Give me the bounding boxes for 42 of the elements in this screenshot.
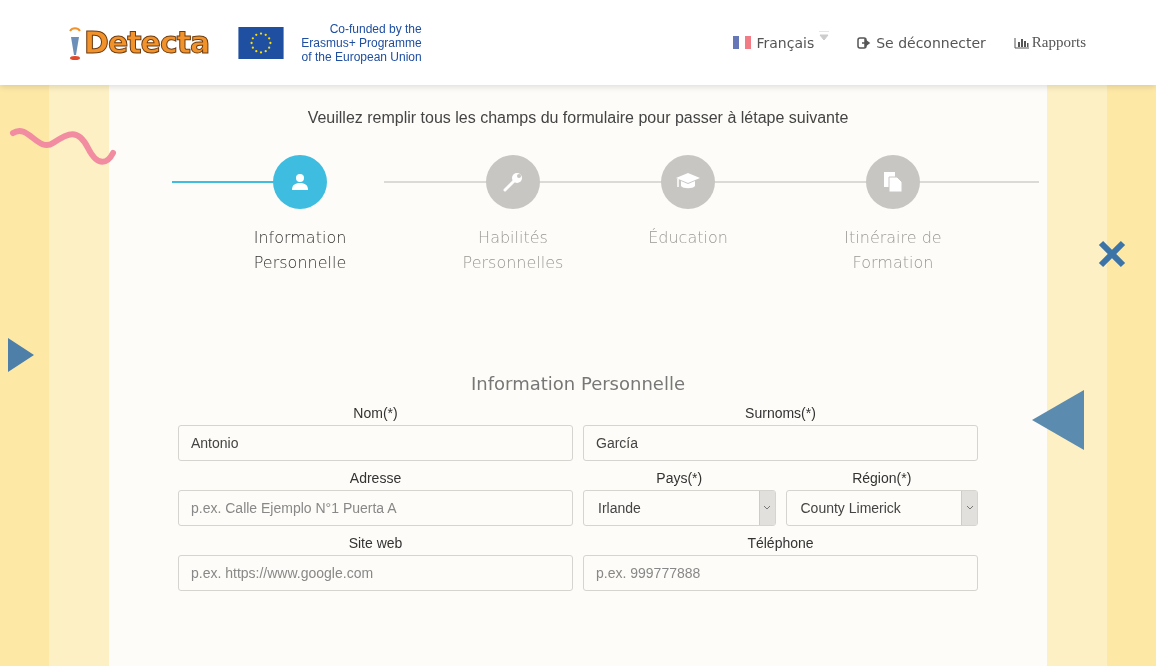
section-title: Information Personnelle <box>471 373 685 394</box>
step-label: Information Personnelle <box>253 227 347 274</box>
bar-chart-icon <box>1013 36 1030 49</box>
select-field[interactable]: Irlande <box>583 490 776 526</box>
field-label: Téléphone <box>746 534 815 553</box>
french-flag-icon <box>733 36 752 49</box>
chevron-down-icon <box>763 505 771 511</box>
language-selector[interactable]: Français <box>733 34 830 51</box>
input-field[interactable]: Antonio <box>178 425 573 461</box>
wrench-icon <box>502 171 524 193</box>
select-field[interactable]: County Limerick <box>785 490 978 526</box>
language-label: Français <box>756 34 815 51</box>
field-label: Nom(*) <box>352 404 399 423</box>
input-field[interactable]: p.ex. Calle Ejemplo N°1 Puerta A <box>178 490 573 526</box>
step-circle[interactable] <box>661 155 715 209</box>
person-icon <box>291 173 309 191</box>
documents-icon <box>883 171 903 193</box>
triangle-decoration <box>1032 390 1084 450</box>
input-field[interactable]: García <box>583 425 978 461</box>
field-label: Pays(*) <box>655 469 704 488</box>
cross-decoration <box>1098 240 1126 268</box>
field-label: Région(*) <box>851 469 913 488</box>
caret-icon <box>819 30 830 41</box>
step-circle[interactable] <box>486 155 540 209</box>
step-circle[interactable] <box>273 155 327 209</box>
step-circle[interactable] <box>866 155 920 209</box>
chevron-down-icon <box>965 505 974 511</box>
logout-link[interactable]: Se déconnecter <box>857 34 986 51</box>
logout-icon <box>857 36 872 49</box>
step-label: Habilités Personnelles <box>462 227 564 274</box>
logo-text: Detecta <box>84 25 210 60</box>
field-label: Surnoms(*) <box>744 404 817 423</box>
input-field[interactable]: p.ex. 999777888 <box>583 555 978 591</box>
step-label: Éducation <box>648 227 728 249</box>
triangle-decoration <box>8 338 34 372</box>
instruction-text: Veuillez remplir tous les champs du formulaire pour passer à létape suivante <box>307 109 849 127</box>
field-label: Adresse <box>348 469 403 488</box>
step-label: Itinéraire de Formation <box>844 227 942 274</box>
field-label: Site web <box>347 534 404 553</box>
co-funded-text: Co-funded by the Erasmus+ Programme of the European Union <box>301 21 422 64</box>
reports-link[interactable]: Rapports <box>1013 34 1086 51</box>
input-field[interactable]: p.ex. https://www.google.com <box>178 555 573 591</box>
